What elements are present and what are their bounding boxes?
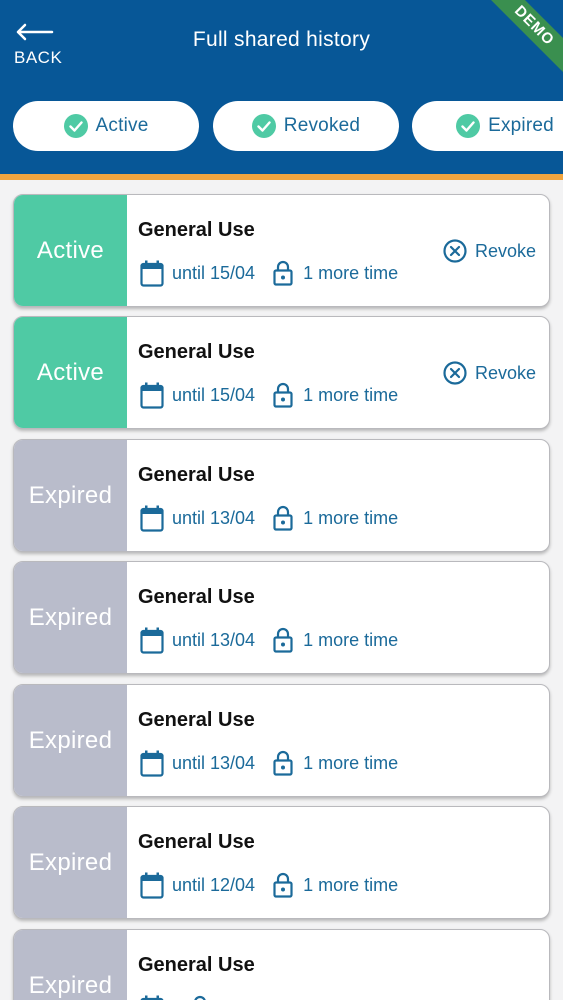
valid-until: until 15/04 (172, 384, 256, 405)
check-circle-icon (456, 114, 481, 138)
status-label: Expired (14, 685, 127, 796)
calendar-icon (140, 505, 164, 532)
valid-until: until 13/04 (172, 507, 256, 528)
share-purpose: General Use (138, 709, 255, 731)
share-purpose: General Use (138, 341, 255, 363)
share-card[interactable]: Expired General Use until 13/04 1 more t… (13, 439, 550, 552)
share-meta: until 13/04 1 more time (140, 504, 398, 532)
share-card[interactable]: Active General Use until 15/04 1 more ti… (13, 316, 550, 429)
remaining-uses: 1 more time (303, 262, 399, 283)
share-card[interactable]: Active General Use until 15/04 1 more ti… (13, 194, 550, 307)
share-meta: until 13/04 1 more time (140, 749, 398, 777)
filter-label: Revoked (283, 115, 361, 136)
status-label: Active (14, 195, 127, 306)
app-screen: BACK Full shared history DEMO Active Rev… (0, 0, 563, 1000)
lock-icon (273, 260, 293, 286)
share-meta (140, 994, 220, 1000)
remaining-uses: 1 more time (303, 384, 399, 405)
status-label: Expired (14, 562, 127, 673)
calendar-icon (140, 872, 164, 899)
remaining-uses: 1 more time (303, 507, 399, 528)
filter-label: Active (95, 115, 149, 136)
share-meta: until 15/04 1 more time (140, 381, 398, 409)
filter-label: Expired (488, 115, 554, 136)
revoke-label: Revoke (474, 362, 536, 383)
lock-icon (194, 995, 206, 1000)
filter-active[interactable]: Active (13, 101, 199, 151)
share-card[interactable]: Expired General Use until 13/04 1 more t… (13, 561, 550, 674)
share-purpose: General Use (138, 586, 255, 608)
lock-icon (273, 505, 293, 531)
close-circle-icon (443, 361, 467, 385)
remaining-uses: 1 more time (303, 629, 399, 650)
check-circle-icon (251, 114, 276, 138)
status-filter-bar: Active Revoked Expired (0, 101, 563, 153)
share-purpose: General Use (138, 954, 255, 976)
close-circle-icon (443, 239, 467, 263)
revoke-button[interactable]: Revoke (443, 239, 536, 263)
calendar-icon (140, 750, 164, 777)
share-purpose: General Use (138, 464, 255, 486)
share-meta: until 15/04 1 more time (140, 259, 398, 287)
share-purpose: General Use (138, 831, 255, 853)
remaining-uses: 1 more time (303, 874, 399, 895)
calendar-icon (140, 382, 164, 409)
share-purpose: General Use (138, 219, 255, 241)
share-card[interactable]: Expired General Use (13, 929, 550, 1000)
filter-revoked[interactable]: Revoked (213, 101, 399, 151)
app-header: BACK Full shared history DEMO Active Rev… (0, 0, 563, 174)
revoke-button[interactable]: Revoke (443, 361, 536, 385)
page-title: Full shared history (192, 28, 371, 51)
valid-until: until 15/04 (172, 262, 256, 283)
share-meta: until 12/04 1 more time (140, 871, 398, 899)
share-meta: until 13/04 1 more time (140, 626, 398, 654)
share-card[interactable]: Expired General Use until 12/04 1 more t… (13, 806, 550, 919)
header-accent-bar (0, 174, 563, 180)
share-card[interactable]: Expired General Use until 13/04 1 more t… (13, 684, 550, 797)
status-label: Expired (14, 930, 127, 1000)
valid-until: until 13/04 (172, 752, 256, 773)
valid-until: until 13/04 (172, 629, 256, 650)
lock-icon (273, 750, 293, 776)
revoke-label: Revoke (474, 240, 536, 261)
check-circle-icon (63, 114, 88, 138)
lock-icon (273, 872, 293, 898)
valid-until: until 12/04 (172, 874, 256, 895)
calendar-icon (140, 627, 164, 654)
remaining-uses: 1 more time (303, 752, 399, 773)
filter-expired[interactable]: Expired (412, 101, 563, 151)
calendar-icon (140, 995, 164, 1000)
lock-icon (273, 382, 293, 408)
status-label: Active (14, 317, 127, 428)
status-label: Expired (14, 440, 127, 551)
lock-icon (273, 627, 293, 653)
status-label: Expired (14, 807, 127, 918)
calendar-icon (140, 260, 164, 287)
